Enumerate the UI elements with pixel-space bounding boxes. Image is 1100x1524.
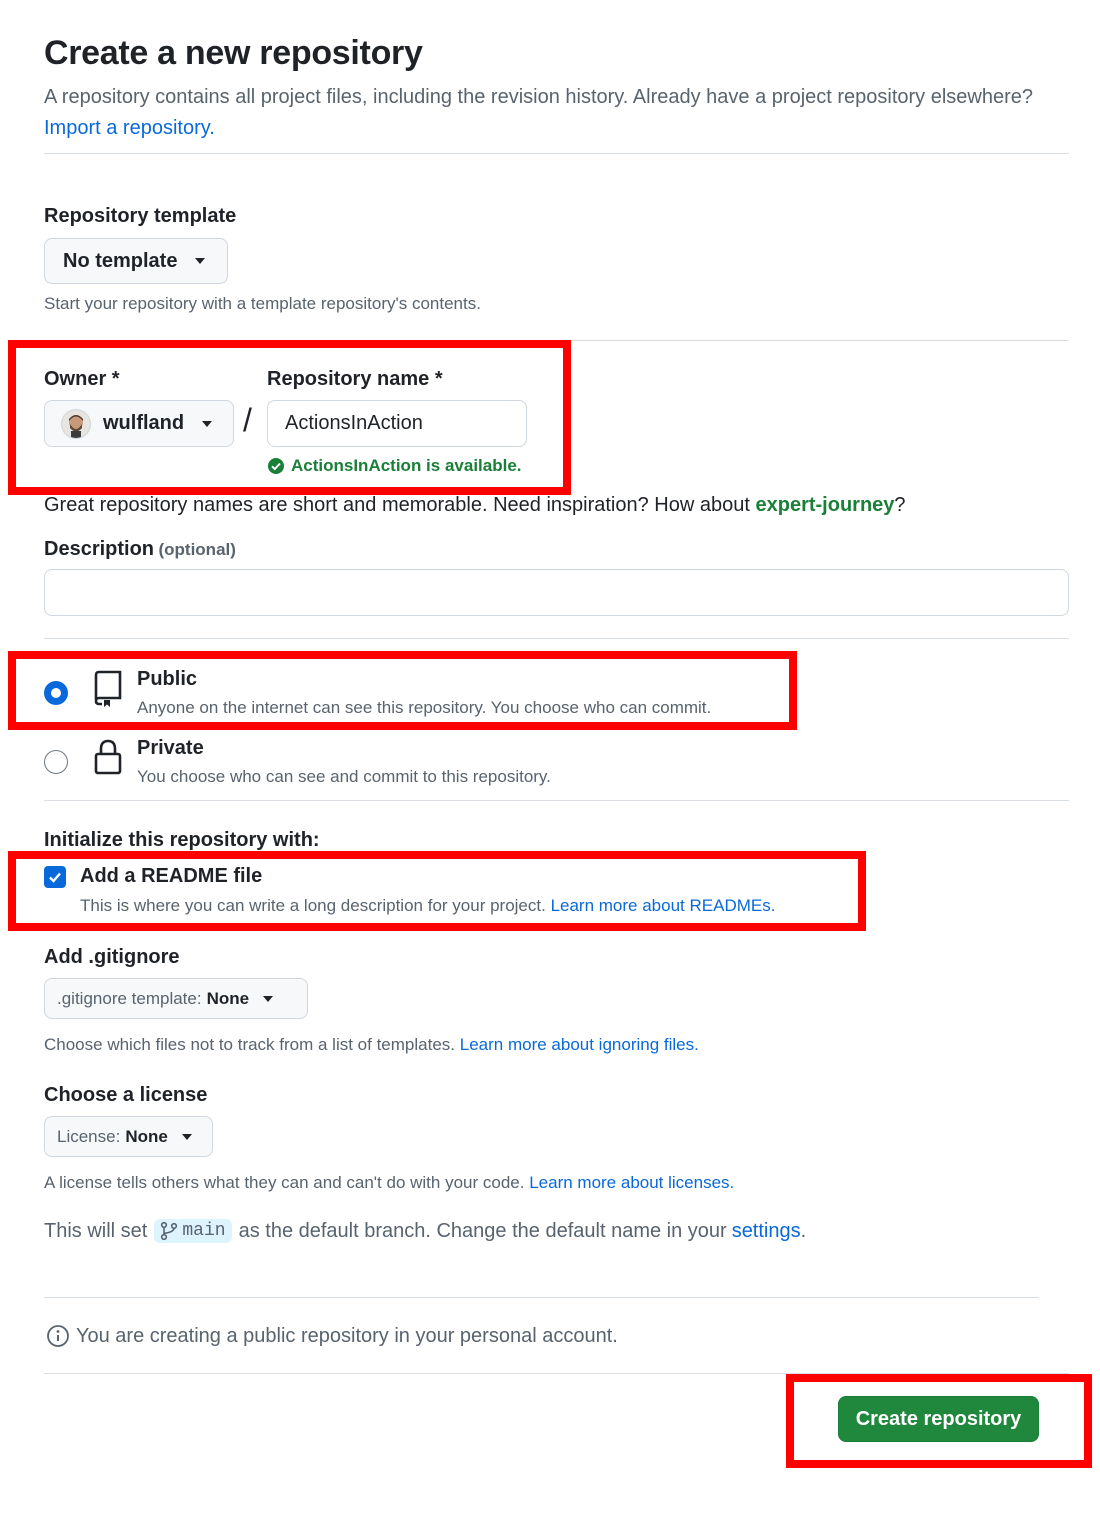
description-optional: (optional) [158, 540, 236, 559]
license-selected: None [125, 1126, 168, 1146]
branch-name: main [182, 1221, 226, 1241]
page-intro: A repository contains all project files,… [44, 82, 1044, 144]
private-description: You choose who can see and commit to thi… [137, 767, 551, 786]
default-branch-note: This will set main as the default branch… [44, 1219, 806, 1243]
license-prefix: License: [57, 1126, 121, 1146]
caret-down-icon [195, 258, 206, 264]
branch-prefix: This will set [44, 1219, 148, 1242]
template-selected: No template [63, 249, 178, 272]
settings-link[interactable]: settings [732, 1220, 801, 1243]
highlight-box-owner-repo [8, 340, 571, 495]
description-label-row: Description (optional) [44, 538, 236, 561]
template-dropdown[interactable]: No template [44, 238, 228, 284]
suggestion-text: Great repository names are short and mem… [44, 494, 750, 516]
description-label: Description [44, 538, 155, 560]
private-radio[interactable] [44, 750, 68, 774]
caret-down-icon [263, 995, 274, 1002]
gitignore-prefix: .gitignore template: [57, 988, 202, 1008]
suggestion-end: ? [894, 494, 906, 516]
gitignore-label: Add .gitignore [44, 946, 180, 968]
branch-pill: main [154, 1219, 232, 1243]
template-label: Repository template [44, 205, 237, 227]
description-input[interactable] [44, 569, 1069, 616]
intro-text: A repository contains all project files,… [44, 86, 1034, 108]
template-note: Start your repository with a template re… [44, 294, 481, 313]
branch-suffix: as the default branch. Change the defaul… [238, 1219, 727, 1242]
git-branch-icon [161, 1221, 178, 1241]
gitignore-note: Choose which files not to track from a l… [44, 1035, 456, 1054]
suggested-name-link[interactable]: expert-journey [755, 494, 894, 516]
license-label: Choose a license [44, 1084, 208, 1106]
highlight-box-public [8, 651, 797, 730]
license-dropdown[interactable]: License: None [44, 1116, 213, 1157]
gitignore-dropdown[interactable]: .gitignore template: None [44, 978, 308, 1019]
info-message: You are creating a public repository in … [46, 1324, 618, 1348]
gitignore-note-row: Choose which files not to track from a l… [44, 1035, 699, 1055]
lock-icon [92, 738, 124, 781]
create-repository-page: Create a new repository A repository con… [0, 0, 1100, 1524]
page-title: Create a new repository [44, 34, 423, 72]
highlight-box-create-button [786, 1374, 1092, 1468]
divider [44, 153, 1069, 154]
import-repository-link[interactable]: Import a repository. [44, 117, 215, 139]
license-learn-more-link[interactable]: Learn more about licenses. [529, 1173, 734, 1192]
gitignore-selected: None [206, 988, 250, 1008]
divider [44, 1297, 1039, 1298]
gitignore-learn-more-link[interactable]: Learn more about ignoring files. [460, 1035, 699, 1054]
initialize-heading: Initialize this repository with: [44, 829, 320, 851]
info-text: You are creating a public repository in … [76, 1324, 618, 1347]
caret-down-icon [181, 1133, 192, 1140]
divider [44, 800, 1069, 801]
branch-end: . [800, 1219, 807, 1242]
name-suggestion: Great repository names are short and mem… [44, 494, 906, 517]
private-title: Private [137, 737, 204, 759]
license-note: A license tells others what they can and… [44, 1173, 525, 1192]
info-icon [47, 1325, 69, 1347]
highlight-box-readme [8, 851, 866, 931]
license-note-row: A license tells others what they can and… [44, 1173, 734, 1193]
divider [44, 638, 1069, 639]
